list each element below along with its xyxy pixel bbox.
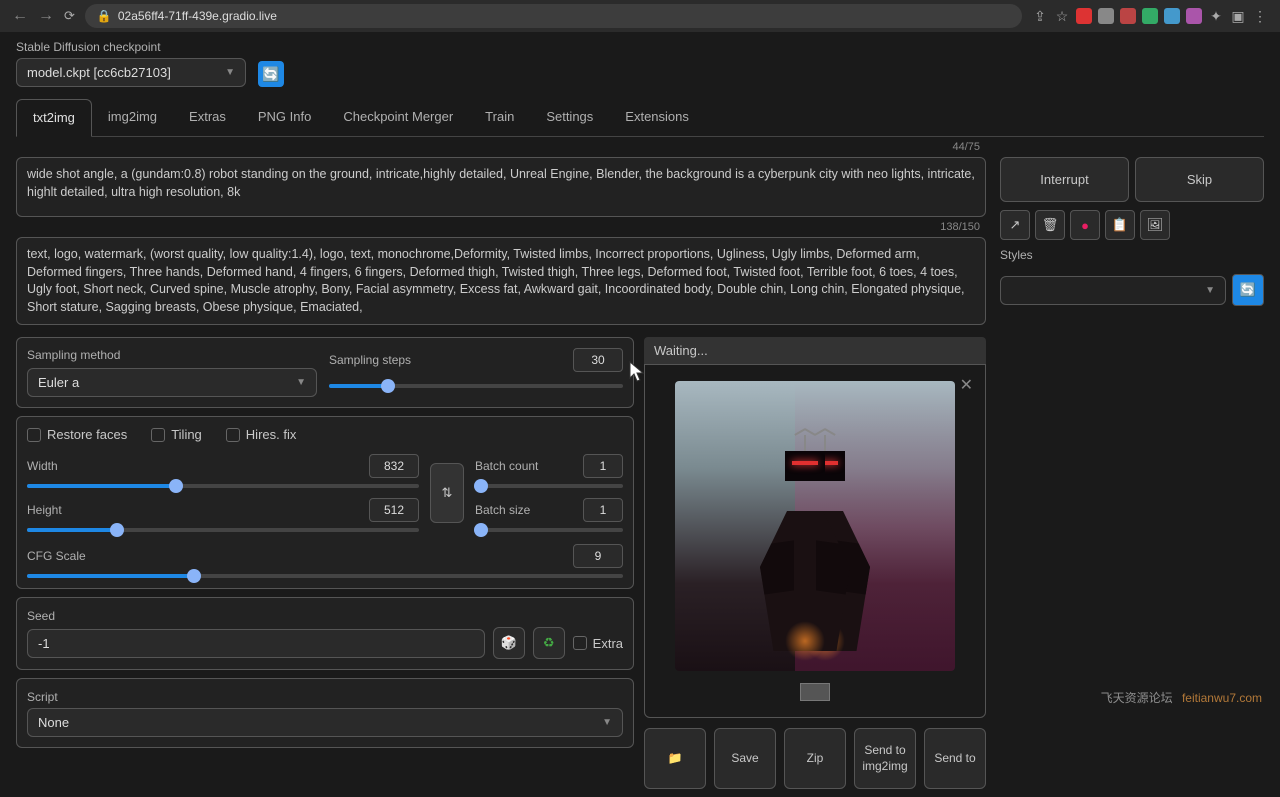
styles-label: Styles bbox=[1000, 248, 1264, 262]
star-icon[interactable]: ☆ bbox=[1054, 8, 1070, 24]
tab-train[interactable]: Train bbox=[469, 99, 530, 136]
forward-arrow[interactable]: → bbox=[38, 7, 54, 25]
checkpoint-label: Stable Diffusion checkpoint bbox=[16, 40, 246, 54]
zip-button[interactable]: Zip bbox=[784, 728, 846, 789]
sampling-method-select[interactable]: Euler a ▼ bbox=[27, 368, 317, 397]
tiling-checkbox[interactable]: Tiling bbox=[151, 427, 202, 442]
ext-icon[interactable] bbox=[1076, 8, 1092, 24]
dice-button[interactable]: 🎲 bbox=[493, 627, 525, 659]
restore-faces-label: Restore faces bbox=[47, 427, 127, 442]
save-button[interactable]: Save bbox=[714, 728, 776, 789]
height-input[interactable] bbox=[369, 498, 419, 522]
trash-button[interactable]: 🗑 bbox=[1035, 210, 1065, 240]
clipboard-button[interactable]: 📋 bbox=[1105, 210, 1135, 240]
recycle-button[interactable]: ♻ bbox=[533, 627, 565, 659]
interrupt-button[interactable]: Interrupt bbox=[1000, 157, 1129, 202]
pink-dot-button[interactable]: ● bbox=[1070, 210, 1100, 240]
height-slider[interactable] bbox=[27, 528, 419, 532]
tab-extras[interactable]: Extras bbox=[173, 99, 242, 136]
url-bar[interactable]: 🔒 02a56ff4-71ff-439e.gradio.live bbox=[85, 4, 1022, 28]
tiling-label: Tiling bbox=[171, 427, 202, 442]
menu-icon[interactable]: ⋮ bbox=[1252, 8, 1268, 24]
chevron-down-icon: ▼ bbox=[296, 377, 306, 388]
ext-icon[interactable] bbox=[1142, 8, 1158, 24]
batch-size-slider[interactable] bbox=[475, 528, 623, 532]
styles-select[interactable]: ▼ bbox=[1000, 276, 1226, 305]
restore-faces-checkbox[interactable]: Restore faces bbox=[27, 427, 127, 442]
negative-prompt-text: text, logo, watermark, (worst quality, l… bbox=[27, 247, 965, 314]
url-text: 02a56ff4-71ff-439e.gradio.live bbox=[118, 9, 277, 23]
back-arrow[interactable]: ← bbox=[12, 7, 28, 25]
ext-icon[interactable] bbox=[1164, 8, 1180, 24]
reload-icon[interactable]: ⟳ bbox=[64, 8, 75, 24]
watermark: 飞天资源论坛 feitianwu7.com bbox=[1101, 689, 1262, 706]
ext-icon[interactable] bbox=[1186, 8, 1202, 24]
share-icon[interactable]: ⇪ bbox=[1032, 8, 1048, 24]
prompt-text: wide shot angle, a (gundam:0.8) robot st… bbox=[27, 167, 975, 199]
extra-label: Extra bbox=[593, 636, 623, 651]
sampling-method-label: Sampling method bbox=[27, 348, 317, 362]
script-label: Script bbox=[27, 690, 58, 704]
negative-prompt-counter: 138/150 bbox=[940, 221, 980, 233]
cfg-slider[interactable] bbox=[27, 574, 623, 578]
skip-button[interactable]: Skip bbox=[1135, 157, 1264, 202]
chevron-down-icon: ▼ bbox=[1205, 285, 1215, 296]
send-to-button[interactable]: Send to bbox=[924, 728, 986, 789]
chevron-down-icon: ▼ bbox=[225, 67, 235, 78]
chevron-down-icon: ▼ bbox=[602, 717, 612, 728]
batch-count-slider[interactable] bbox=[475, 484, 623, 488]
hires-fix-label: Hires. fix bbox=[246, 427, 297, 442]
seed-input[interactable]: -1 bbox=[27, 629, 485, 658]
width-input[interactable] bbox=[369, 454, 419, 478]
extra-checkbox[interactable]: Extra bbox=[573, 636, 623, 651]
send-img2img-button[interactable]: Send to img2img bbox=[854, 728, 916, 789]
height-label: Height bbox=[27, 503, 62, 517]
folder-button[interactable]: 📁 bbox=[644, 728, 706, 789]
width-label: Width bbox=[27, 459, 58, 473]
status-bar: Waiting... bbox=[644, 337, 986, 364]
tab-txt2img[interactable]: txt2img bbox=[16, 99, 92, 137]
prompt-input[interactable]: wide shot angle, a (gundam:0.8) robot st… bbox=[16, 157, 986, 217]
batch-count-input[interactable] bbox=[583, 454, 623, 478]
image-button[interactable]: 🖼 bbox=[1140, 210, 1170, 240]
tab-extensions[interactable]: Extensions bbox=[609, 99, 705, 136]
ext-icon[interactable] bbox=[1120, 8, 1136, 24]
tab-checkpoint-merger[interactable]: Checkpoint Merger bbox=[327, 99, 469, 136]
sampling-steps-input[interactable] bbox=[573, 348, 623, 372]
arrow-button[interactable]: ↗ bbox=[1000, 210, 1030, 240]
script-value: None bbox=[38, 715, 69, 730]
browser-extensions: ⇪ ☆ ✦ ▣ ⋮ bbox=[1032, 8, 1268, 24]
tab-img2img[interactable]: img2img bbox=[92, 99, 173, 136]
batch-size-label: Batch size bbox=[475, 503, 530, 517]
thumbnail[interactable] bbox=[800, 683, 830, 701]
sampling-steps-label: Sampling steps bbox=[329, 353, 411, 367]
width-slider[interactable] bbox=[27, 484, 419, 488]
refresh-checkpoint-button[interactable]: 🔄 bbox=[258, 61, 284, 87]
batch-count-label: Batch count bbox=[475, 459, 538, 473]
tab-pnginfo[interactable]: PNG Info bbox=[242, 99, 327, 136]
sampling-steps-slider[interactable] bbox=[329, 384, 623, 388]
ext-icon[interactable] bbox=[1098, 8, 1114, 24]
cfg-input[interactable] bbox=[573, 544, 623, 568]
script-select[interactable]: None ▼ bbox=[27, 708, 623, 737]
swap-dimensions-button[interactable]: ⇅ bbox=[430, 463, 464, 523]
negative-prompt-input[interactable]: text, logo, watermark, (worst quality, l… bbox=[16, 237, 986, 325]
tab-settings[interactable]: Settings bbox=[530, 99, 609, 136]
checkpoint-select[interactable]: model.ckpt [cc6cb27103] ▼ bbox=[16, 58, 246, 87]
main-tabs: txt2img img2img Extras PNG Info Checkpoi… bbox=[16, 99, 1264, 137]
prompt-counter: 44/75 bbox=[952, 141, 980, 153]
checkpoint-value: model.ckpt [cc6cb27103] bbox=[27, 65, 171, 80]
puzzle-icon[interactable]: ✦ bbox=[1208, 8, 1224, 24]
output-image-area: ✕ bbox=[644, 364, 986, 718]
hires-fix-checkbox[interactable]: Hires. fix bbox=[226, 427, 297, 442]
cfg-label: CFG Scale bbox=[27, 549, 86, 563]
generated-image[interactable] bbox=[675, 381, 955, 671]
seed-label: Seed bbox=[27, 609, 55, 623]
batch-size-input[interactable] bbox=[583, 498, 623, 522]
window-icon[interactable]: ▣ bbox=[1230, 8, 1246, 24]
sampling-method-value: Euler a bbox=[38, 375, 79, 390]
apply-styles-button[interactable]: 🔄 bbox=[1232, 274, 1264, 306]
close-icon[interactable]: ✕ bbox=[960, 375, 973, 395]
